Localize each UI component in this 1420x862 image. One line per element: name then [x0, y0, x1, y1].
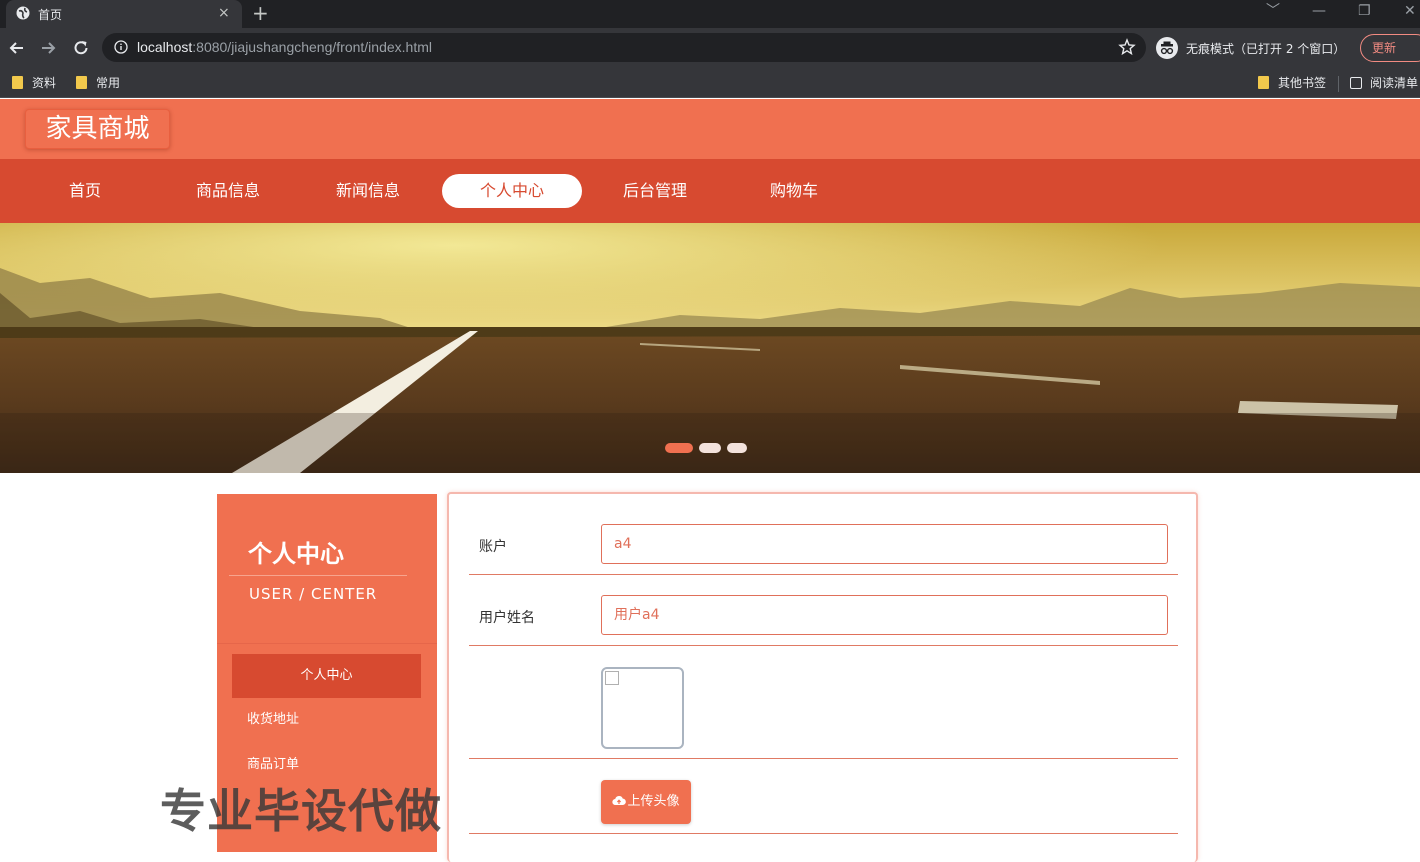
bookmark-label: 常用 — [96, 76, 121, 90]
browser-tab[interactable]: 首页 × — [6, 0, 242, 28]
site-header: 家具商城 — [0, 99, 1420, 159]
account-input[interactable]: a4 — [601, 524, 1168, 564]
sidebar-title: 个人中心 — [248, 540, 344, 568]
username-label: 用户姓名 — [479, 610, 535, 626]
username-input[interactable]: 用户a4 — [601, 595, 1168, 635]
tab-title: 首页 — [38, 8, 63, 22]
nav-user-center[interactable]: 个人中心 — [442, 174, 582, 208]
address-bar[interactable]: localhost:8080/jiajushangcheng/front/ind… — [102, 33, 1146, 62]
carousel-dot-3[interactable] — [727, 443, 747, 453]
cloud-upload-icon — [612, 796, 627, 806]
url-host: localhost — [137, 39, 193, 55]
update-button[interactable]: 更新 — [1360, 34, 1420, 62]
row-divider — [469, 833, 1178, 834]
sidebar-title-divider — [229, 575, 407, 576]
nav-home[interactable]: 首页 — [15, 174, 155, 208]
browser-toolbar: localhost:8080/jiajushangcheng/front/ind… — [0, 28, 1420, 68]
minimize-icon[interactable]: — — [1312, 2, 1326, 20]
banner-carousel[interactable] — [0, 223, 1420, 473]
site-info-icon[interactable] — [114, 40, 128, 54]
nav-admin[interactable]: 后台管理 — [585, 174, 725, 208]
window-close-icon[interactable]: ✕ — [1404, 2, 1416, 20]
nav-news[interactable]: 新闻信息 — [298, 174, 438, 208]
sidebar-divider — [217, 643, 437, 644]
row-divider — [469, 574, 1178, 575]
carousel-dot-2[interactable] — [699, 443, 721, 453]
broken-image-icon — [605, 671, 619, 685]
main-nav: 首页 商品信息 新闻信息 个人中心 后台管理 购物车 — [0, 159, 1420, 223]
sidebar-subtitle: USER / CENTER — [249, 585, 378, 603]
back-arrow-icon[interactable] — [7, 38, 27, 58]
folder-icon — [76, 76, 87, 89]
nav-cart[interactable]: 购物车 — [724, 174, 864, 208]
bookmark-label: 资料 — [32, 76, 57, 90]
incognito-icon[interactable] — [1156, 37, 1178, 59]
incognito-label[interactable]: 无痕模式（已打开 2 个窗口） — [1186, 40, 1345, 57]
reload-icon[interactable] — [71, 38, 91, 58]
restore-icon[interactable]: ❐ — [1358, 2, 1371, 20]
forward-arrow-icon[interactable] — [38, 38, 58, 58]
banner-road-image — [0, 223, 1420, 473]
account-label: 账户 — [479, 539, 507, 555]
upload-avatar-button[interactable]: 上传头像 — [601, 780, 691, 824]
bookmark-label: 其他书签 — [1278, 76, 1327, 90]
url-path: :8080/jiajushangcheng/front/index.html — [192, 39, 432, 55]
nav-products[interactable]: 商品信息 — [158, 174, 298, 208]
watermark-text: 专业毕设代做 — [160, 784, 442, 838]
reading-list[interactable]: 阅读清单 — [1348, 73, 1418, 93]
row-divider — [469, 645, 1178, 646]
browser-tab-strip: 首页 × + ﹀ — ❐ ✕ — [0, 0, 1420, 28]
row-divider — [469, 758, 1178, 759]
reading-list-icon — [1350, 77, 1362, 89]
bookmark-folder-other[interactable]: 其他书签 — [1256, 73, 1326, 93]
tab-search-icon[interactable]: ﹀ — [1266, 2, 1280, 20]
sidebar-item-user-center[interactable]: 个人中心 — [232, 654, 421, 698]
upload-avatar-label: 上传头像 — [627, 794, 680, 809]
site-logo[interactable]: 家具商城 — [25, 109, 170, 149]
bookmarks-bar: 资料 常用 其他书签 阅读清单 — [0, 68, 1420, 98]
bookmark-separator — [1338, 76, 1339, 92]
new-tab-icon[interactable]: + — [252, 1, 269, 25]
carousel-dot-1[interactable] — [665, 443, 693, 453]
bookmark-folder-changyong[interactable]: 常用 — [74, 73, 120, 93]
bookmark-label: 阅读清单 — [1370, 76, 1419, 90]
folder-icon — [1258, 76, 1269, 89]
folder-icon — [12, 76, 23, 89]
tab-close-icon[interactable]: × — [218, 4, 230, 22]
url-text: localhost:8080/jiajushangcheng/front/ind… — [137, 39, 432, 55]
bookmark-folder-ziliao[interactable]: 资料 — [10, 73, 56, 93]
avatar-image[interactable] — [601, 667, 684, 749]
globe-icon — [16, 6, 30, 20]
profile-form: 账户 a4 用户姓名 用户a4 上传头像 — [447, 492, 1198, 862]
bookmark-star-icon[interactable] — [1118, 38, 1136, 56]
sidebar-item-address[interactable]: 收货地址 — [232, 698, 421, 742]
